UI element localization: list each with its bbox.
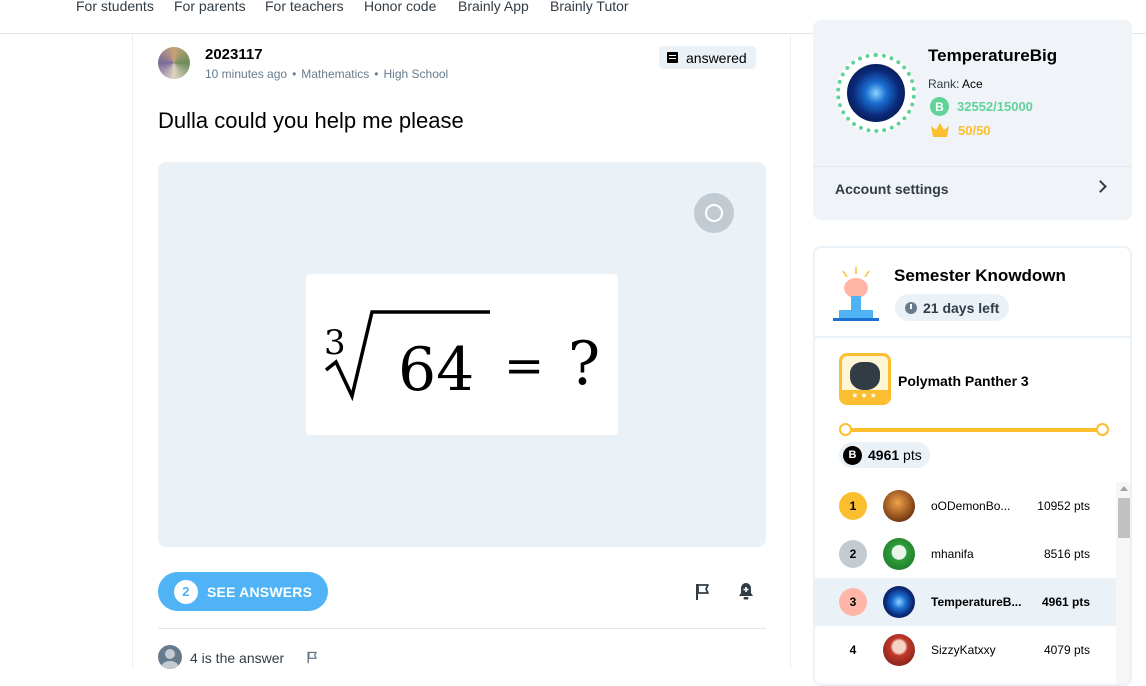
document-icon: [667, 52, 678, 63]
leaderboard-points: 10952 pts: [1037, 499, 1090, 513]
avatar[interactable]: [883, 586, 915, 618]
crowns-value: 50/50: [958, 122, 991, 138]
rank-badge: 4: [849, 643, 857, 657]
profile-card: TemperatureBig Rank: Ace B 32552/15000 5…: [813, 20, 1132, 220]
leaderboard-points: 4961 pts: [1041, 595, 1090, 609]
league-progress-bar: [839, 423, 1109, 436]
nav-for-parents[interactable]: For parents: [174, 0, 246, 14]
attachment-image[interactable]: 3 64 = ?: [306, 274, 618, 435]
rank-badge: 1: [839, 492, 867, 520]
leaderboard: 1 oODemonBo... 10952 pts 2 mhanifa 8516 …: [815, 482, 1118, 684]
comment-flag-icon[interactable]: [306, 651, 319, 664]
knowdown-card: Semester Knowdown 21 days left ★★★ Polym…: [813, 246, 1132, 686]
knowdown-separator: [815, 336, 1130, 338]
leaderboard-scrollbar[interactable]: [1116, 482, 1130, 684]
rank-badge: 3: [839, 588, 867, 616]
chevron-right-icon: [1094, 180, 1107, 193]
knowdown-brain-icon: [833, 267, 879, 321]
days-left-badge: 21 days left: [895, 294, 1010, 321]
league-badge[interactable]: ★★★: [839, 353, 891, 405]
cube-root-equation: 3 64 = ?: [324, 310, 600, 405]
days-left-label: 21 days left: [923, 299, 1000, 316]
profile-avatar[interactable]: [836, 53, 916, 133]
nav-brainly-tutor[interactable]: Brainly Tutor: [550, 0, 629, 14]
meta-separator: •: [374, 67, 379, 81]
leaderboard-row[interactable]: 2 mhanifa 8516 pts: [815, 530, 1118, 578]
my-points: 4961 pts: [868, 447, 922, 463]
leaderboard-name[interactable]: TemperatureB...: [931, 595, 1021, 609]
clock-icon: [905, 301, 917, 314]
question-level: High School: [383, 67, 449, 81]
rank-label: Rank:: [928, 77, 960, 91]
question-meta: 10 minutes ago • Mathematics • High School: [205, 67, 448, 81]
status-label: answered: [686, 49, 747, 66]
rank-value: Ace: [962, 77, 983, 91]
stars-icon: ★★★: [842, 390, 888, 402]
rotate-image-button[interactable]: [694, 193, 734, 233]
attachment-viewer: 3 64 = ?: [158, 162, 766, 547]
see-answers-button[interactable]: 2 SEE ANSWERS: [158, 572, 328, 611]
points-value: 32552/15000: [957, 99, 1033, 114]
avatar[interactable]: [883, 634, 915, 666]
avatar[interactable]: [883, 490, 915, 522]
nav-brainly-app[interactable]: Brainly App: [458, 0, 529, 14]
column-divider-right: [790, 34, 791, 669]
question-title: Dulla could you help me please: [158, 108, 464, 133]
author-avatar[interactable]: [158, 47, 190, 79]
bell-plus-icon[interactable]: [737, 582, 755, 600]
comment-avatar[interactable]: [158, 645, 182, 669]
leaderboard-row[interactable]: 4 SizzyKatxxy 4079 pts: [815, 626, 1118, 674]
flag-icon[interactable]: [694, 583, 712, 601]
unknown: ?: [568, 329, 600, 399]
scrollbar-thumb[interactable]: [1118, 498, 1130, 538]
avatar-image: [847, 64, 905, 122]
brainly-points-icon: B: [930, 97, 949, 116]
leaderboard-row-current-user[interactable]: 3 TemperatureB... 4961 pts: [815, 578, 1118, 626]
panther-icon: [850, 362, 880, 390]
author-name[interactable]: 2023117: [205, 46, 263, 63]
see-answers-label: SEE ANSWERS: [207, 583, 313, 600]
status-badge: answered: [659, 46, 756, 69]
account-settings-link[interactable]: Account settings: [813, 166, 1132, 210]
crown-icon: [931, 123, 949, 137]
rotate-image-icon: [705, 204, 723, 222]
leaderboard-name[interactable]: oODemonBo...: [931, 499, 1010, 513]
comment-text: 4 is the answer: [190, 650, 285, 666]
rank-badge: 2: [839, 540, 867, 568]
brainly-points-icon: B: [843, 445, 862, 465]
radicand: 64: [398, 335, 474, 405]
my-points-pill: B 4961 pts: [839, 442, 930, 468]
profile-rank: Rank: Ace: [928, 77, 983, 91]
leaderboard-name[interactable]: SizzyKatxxy: [931, 643, 996, 657]
equals-sign: =: [504, 338, 544, 394]
knowdown-title: Semester Knowdown: [894, 266, 1066, 285]
question-time: 10 minutes ago: [205, 67, 288, 81]
profile-points: B 32552/15000: [930, 97, 1033, 116]
avatar[interactable]: [883, 538, 915, 570]
root-index: 3: [324, 323, 346, 363]
progress-start-dot: [839, 423, 852, 436]
scroll-up-arrow-icon[interactable]: [1120, 486, 1128, 491]
leaderboard-row[interactable]: 1 oODemonBo... 10952 pts: [815, 482, 1118, 530]
column-divider-left: [132, 34, 133, 669]
leaderboard-points: 4079 pts: [1043, 643, 1090, 657]
nav-for-teachers[interactable]: For teachers: [265, 0, 344, 14]
answers-divider: [158, 628, 766, 629]
leaderboard-points: 8516 pts: [1043, 547, 1090, 561]
league-name: Polymath Panther 3: [898, 373, 1029, 389]
progress-end-dot: [1096, 423, 1109, 436]
account-settings-label: Account settings: [835, 181, 949, 197]
nav-for-students[interactable]: For students: [76, 0, 154, 14]
answers-count: 2: [174, 579, 198, 604]
question-subject[interactable]: Mathematics: [301, 67, 369, 81]
meta-separator: •: [292, 67, 297, 81]
nav-honor-code[interactable]: Honor code: [364, 0, 436, 14]
leaderboard-name[interactable]: mhanifa: [931, 547, 974, 561]
profile-crowns: 50/50: [930, 122, 991, 138]
profile-name[interactable]: TemperatureBig: [928, 46, 1057, 66]
